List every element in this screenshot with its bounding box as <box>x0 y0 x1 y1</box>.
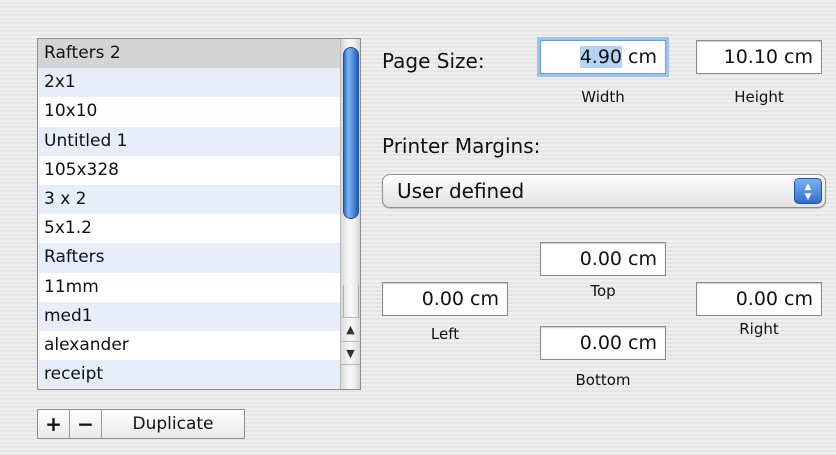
scroll-down-button[interactable]: ▼ <box>341 341 360 365</box>
list-item[interactable]: Rafters 2 <box>38 39 340 69</box>
remove-button[interactable]: − <box>70 410 102 438</box>
list-item[interactable]: 2x1 <box>38 68 340 98</box>
page-width-unit: cm <box>622 46 657 68</box>
list-item[interactable]: med1 <box>38 301 340 331</box>
margins-preset-value: User defined <box>397 179 525 203</box>
right-caption: Right <box>739 320 779 338</box>
scroll-up-button[interactable]: ▲ <box>341 317 360 341</box>
margin-top-field[interactable]: 0.00 cm <box>540 242 666 276</box>
page-height-field[interactable]: 10.10 cm <box>696 40 822 74</box>
margin-left-field[interactable]: 0.00 cm <box>382 282 508 316</box>
list-item[interactable]: 10x10 <box>38 97 340 126</box>
popup-arrows-icon: ▲ ▼ <box>794 178 822 204</box>
list-item[interactable]: alexander <box>38 331 340 360</box>
list-action-buttons: + − Duplicate <box>37 409 245 439</box>
page-size-label: Page Size: <box>382 49 485 73</box>
left-caption: Left <box>430 325 460 343</box>
height-caption: Height <box>734 88 784 106</box>
duplicate-button[interactable]: Duplicate <box>102 410 244 438</box>
list-item[interactable]: Rafters <box>38 243 340 273</box>
list-item[interactable]: 105x328 <box>38 156 340 185</box>
scroll-up-icon: ▲ <box>346 323 355 336</box>
add-button[interactable]: + <box>38 410 70 438</box>
margins-preset-popup[interactable]: User defined ▲ ▼ <box>382 174 826 208</box>
page-width-value: 4.90 <box>579 46 622 68</box>
width-caption: Width <box>581 88 625 106</box>
top-caption: Top <box>590 282 616 300</box>
margin-bottom-field[interactable]: 0.00 cm <box>540 326 666 360</box>
list-scrollbar[interactable]: ▲ ▼ <box>340 39 360 389</box>
list-item[interactable]: 11mm <box>38 273 340 302</box>
printer-margins-label: Printer Margins: <box>382 134 541 158</box>
list-item[interactable]: 5x1.2 <box>38 214 340 243</box>
list-item[interactable]: receipt <box>38 360 340 389</box>
scrollbar-thumb[interactable] <box>343 47 359 219</box>
margin-right-field[interactable]: 0.00 cm <box>696 282 822 316</box>
paper-size-list[interactable]: Rafters 2 2x1 10x10 Untitled 1 105x328 3 x 25… <box>37 38 361 390</box>
scroll-down-icon: ▼ <box>346 347 355 360</box>
bottom-caption: Bottom <box>575 371 631 389</box>
paper-size-rows: Rafters 2 2x1 10x10 Untitled 1 105x328 3 x 25… <box>38 39 340 389</box>
page-width-field[interactable]: 4.90 cm <box>540 40 666 74</box>
list-item[interactable]: Untitled 1 <box>38 126 340 156</box>
list-item[interactable]: 3 x 2 <box>38 184 340 215</box>
